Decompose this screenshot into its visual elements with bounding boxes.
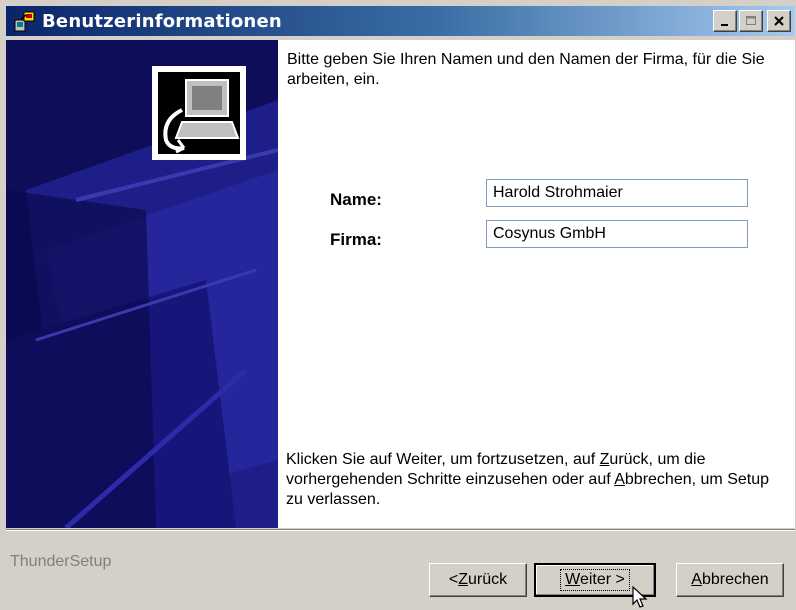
minimize-button[interactable] [713, 10, 737, 32]
company-label: Firma: [330, 230, 382, 249]
wizard-banner [6, 40, 278, 528]
next-mnemonic: W [565, 571, 580, 588]
close-icon [774, 16, 784, 26]
setup-window: Benutzerinformationen Bitte geben Sie Ih… [0, 0, 796, 608]
instructions-text: Klicken Sie auf Weiter, um fortzusetzen,… [286, 450, 776, 510]
back-mnemonic: Z [458, 571, 468, 588]
back-prefix: < [448, 571, 459, 588]
name-field[interactable] [486, 179, 748, 207]
banner-artwork [6, 40, 278, 528]
next-rest: eiter [579, 571, 612, 588]
company-field[interactable] [486, 220, 748, 248]
title-bar[interactable]: Benutzerinformationen [6, 6, 795, 36]
footer-divider [6, 529, 795, 531]
next-focus-rect: Weiter > [560, 569, 630, 591]
cancel-rest: bbrechen [701, 571, 769, 588]
window-title: Benutzerinformationen [42, 10, 282, 32]
name-label: Name: [330, 190, 382, 209]
cancel-mnemonic: A [691, 571, 702, 588]
maximize-button[interactable] [739, 10, 763, 32]
instructions-part1: Klicken Sie auf Weiter, um fortzusetzen,… [286, 451, 600, 468]
next-suffix: > [611, 571, 625, 588]
instructions-back-mnemonic: Z [599, 451, 610, 468]
setup-computer-icon [152, 66, 246, 160]
content-panel: Bitte geben Sie Ihren Namen und den Name… [278, 40, 795, 528]
setup-app-icon [14, 10, 36, 32]
back-rest: urück [468, 571, 508, 588]
intro-text: Bitte geben Sie Ihren Namen und den Name… [287, 51, 765, 88]
window-controls [713, 10, 791, 32]
close-button[interactable] [767, 10, 791, 32]
cancel-button[interactable]: Abbrechen [676, 563, 784, 597]
brand-label: ThunderSetup [10, 553, 112, 570]
mouse-pointer-icon [632, 586, 648, 608]
instructions-cancel-mnemonic: A [614, 471, 625, 488]
maximize-icon [746, 16, 756, 25]
minimize-icon [721, 24, 728, 26]
back-button[interactable]: < Zurück [429, 563, 527, 597]
